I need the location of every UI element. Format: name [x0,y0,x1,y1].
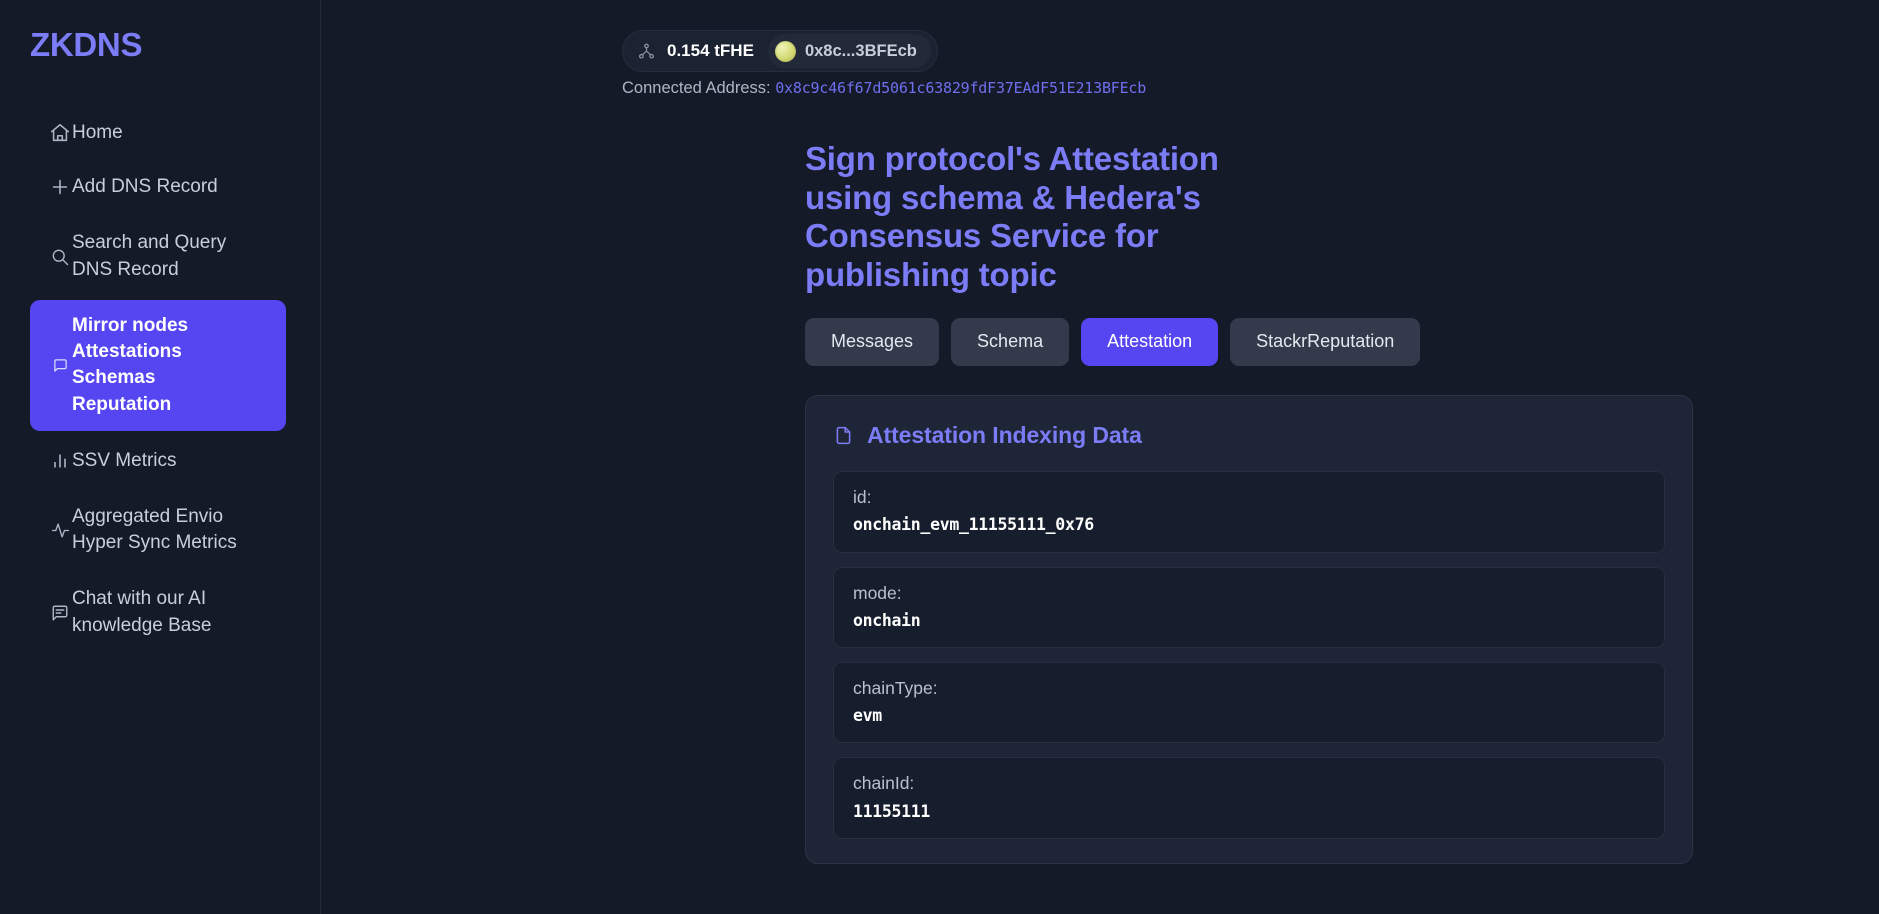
sidebar-item-label: Mirror nodes Attestations Schemas Reputa… [72,314,189,415]
sidebar-item-aggregated-envio-hyper-sync-metrics[interactable]: Aggregated Envio Hyper Sync Metrics [30,491,286,569]
page-title: Sign protocol's Attestation using schema… [805,140,1219,293]
sidebar-item-label: Chat with our AI knowledge Base [72,588,212,636]
sidebar-item-home[interactable]: Home [30,109,286,157]
field-value: onchain [853,610,921,630]
app-root: ZKDNS Home Add DNS Record Search and Que… [0,0,1879,914]
search-icon [48,245,72,269]
attestation-indexing-card: Attestation Indexing Data id: onchain_ev… [805,395,1693,864]
card-header: Attestation Indexing Data [833,422,1665,449]
sidebar-item-mirror-nodes-attestations-schemas-reputation[interactable]: Mirror nodes Attestations Schemas Reputa… [30,299,286,431]
sidebar-item-label: Add DNS Record [72,176,218,198]
wallet-widget: 0.154 tFHE 0x8c...3BFEcb [622,30,938,72]
connected-address-line: Connected Address: 0x8c9c46f67d5061c6382… [622,79,1146,98]
avatar [774,40,796,62]
field-value: onchain_evm_11155111_0x76 [853,515,1094,535]
field-row-mode: mode: onchain [833,566,1665,649]
field-row-chainid: chainId: 11155111 [833,757,1665,839]
network-icon [631,36,661,66]
field-key: chainType: [853,678,938,699]
tab-schema[interactable]: Schema [951,318,1070,367]
plus-icon [48,175,72,199]
field-key: chainId: [853,773,915,794]
content-area: Sign protocol's Attestation using schema… [484,140,1879,864]
field-value: evm [853,706,882,726]
field-value: 11155111 [853,801,931,821]
main-content: 0.154 tFHE 0x8c...3BFEcb Connected Addre… [321,0,1879,914]
brand-logo[interactable]: ZKDNS [0,0,320,61]
sidebar-item-label: Home [72,122,123,143]
field-row-id: id: onchain_evm_11155111_0x76 [833,471,1665,553]
activity-icon [48,518,72,542]
tab-messages[interactable]: Messages [805,318,940,367]
wallet-pill[interactable]: 0.154 tFHE 0x8c...3BFEcb [622,30,938,72]
wallet-account-button[interactable]: 0x8c...3BFEcb [767,34,931,68]
sidebar-item-search-and-query-dns-record[interactable]: Search and Query DNS Record [30,217,286,295]
message-square-icon [48,353,72,377]
connected-address-label: Connected Address: [622,79,771,97]
attestation-field-list: id: onchain_evm_11155111_0x76 mode: onch… [833,471,1665,839]
document-icon [833,425,854,446]
sidebar-item-chat-with-our-ai-knowledge-base[interactable]: Chat with our AI knowledge Base [30,573,286,651]
field-key: id: [853,487,872,508]
tab-attestation[interactable]: Attestation [1081,318,1219,367]
field-key: mode: [853,582,902,603]
sidebar-item-label: Search and Query DNS Record [72,232,227,280]
bar-chart-icon [48,449,72,473]
sidebar-item-label: SSV Metrics [72,449,177,471]
sidebar-item-ssv-metrics[interactable]: SSV Metrics [30,435,286,487]
tab-bar: Messages Schema Attestation StackrReputa… [484,318,1879,367]
wallet-account-short: 0x8c...3BFEcb [804,41,917,60]
chat-icon [48,601,72,625]
wallet-balance: 0.154 tFHE [667,41,754,60]
card-title: Attestation Indexing Data [867,422,1142,449]
field-row-chaintype: chainType: evm [833,662,1665,744]
sidebar-nav: Home Add DNS Record Search and Query DNS… [0,109,320,652]
connected-address-value[interactable]: 0x8c9c46f67d5061c63829fdF37EAdF51E213BFE… [775,79,1146,97]
sidebar-item-label: Aggregated Envio Hyper Sync Metrics [72,505,237,554]
sidebar-item-add-dns-record[interactable]: Add DNS Record [30,161,286,213]
sidebar: ZKDNS Home Add DNS Record Search and Que… [0,0,321,914]
tab-stackrreputation[interactable]: StackrReputation [1230,318,1421,367]
home-icon [48,121,72,145]
